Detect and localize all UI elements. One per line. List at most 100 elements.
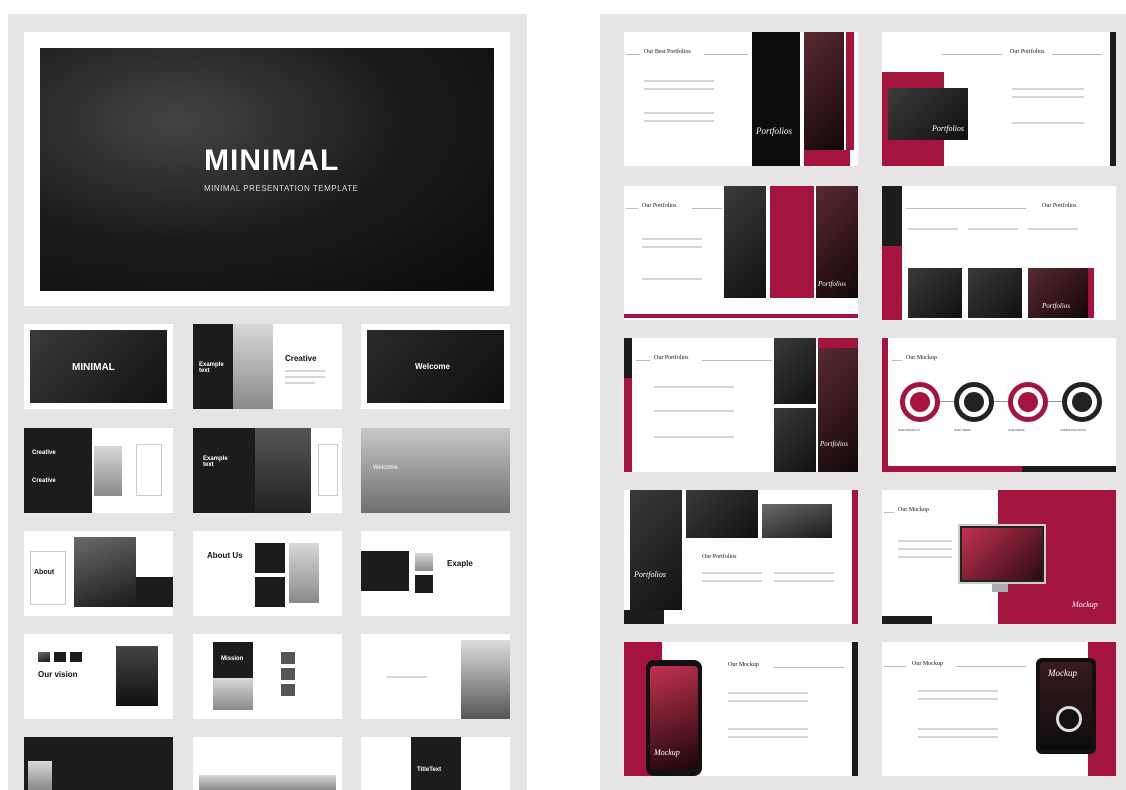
slide-portfolios-3[interactable]: Our Portfolios Portfolios (882, 186, 1116, 320)
script-label: Portfolios (1042, 302, 1071, 310)
script-label: Mockup (654, 748, 680, 757)
text-line (1012, 122, 1084, 124)
slide-photo (804, 32, 844, 150)
thumb-photo (28, 761, 52, 790)
slide-photo: Portfolios (752, 32, 800, 166)
slide-title: Our Mockup (898, 507, 929, 513)
script-label: Portfolios (932, 124, 965, 133)
slide-portfolios-5[interactable]: Portfolios Our Portfolios (624, 490, 858, 624)
icon-caption: COMMUNICATION (1060, 428, 1086, 432)
title-rule (626, 208, 638, 209)
slide-photo (774, 408, 816, 472)
slide-portfolios-4[interactable]: Our Portfolios Portfolios (624, 338, 858, 472)
thumb-dark-block: Creative Creative (24, 428, 92, 513)
thumb-welcome-fog[interactable]: Welcome (361, 428, 510, 513)
thumb-dark-block: Example text (193, 324, 233, 409)
phone-screen: Mockup (650, 666, 698, 770)
slide-photo (908, 268, 962, 318)
thumb-our-vision[interactable]: Our vision (24, 634, 173, 719)
thumb-photo (213, 678, 253, 710)
text-line (285, 370, 325, 372)
thumb-about-us[interactable]: About Us (193, 531, 342, 616)
thumb-dark-block (70, 652, 82, 662)
cart-icon (1018, 392, 1038, 412)
thumb-row5-b[interactable] (193, 737, 342, 790)
thumb-row5-c[interactable]: TitleText (361, 737, 510, 790)
icon-caption: OUR IDEAS (1008, 428, 1025, 432)
accent-bar-dark (624, 610, 664, 624)
slide-mockup-monitor[interactable]: Our Mockup Mockup (882, 490, 1116, 624)
slide-portfolios-2[interactable]: Our Portfolios Portfolios (624, 186, 858, 320)
slide-title: Our Mockup (728, 662, 759, 668)
thumb-block (281, 684, 295, 696)
text-line (642, 278, 702, 280)
text-line (285, 376, 325, 378)
monitor-screen (962, 528, 1042, 580)
slide-photo (724, 186, 766, 298)
thumb-title: MINIMAL (72, 362, 115, 373)
slide-title: Our Mockup (906, 355, 937, 361)
hero-title: MINIMAL (204, 144, 340, 177)
thumb-dark-block (255, 577, 285, 607)
slide-photo: Portfolios (630, 490, 682, 610)
accent-bar (804, 150, 850, 166)
thumb-heading: About (34, 569, 55, 576)
thumb-heading: Creative (32, 450, 56, 456)
slide-photo: Portfolios (818, 348, 858, 472)
text-line (702, 572, 762, 574)
slide-mockup-icons[interactable]: Our Mockup OUR PRODUCT OUR ITEMS OUR IDE… (882, 338, 1116, 472)
accent-bar-dark (624, 338, 632, 378)
thumb-welcome[interactable]: Welcome (361, 324, 510, 409)
text-line (642, 246, 702, 248)
slide-title: Our Portfolios (1010, 49, 1045, 55)
thumb-about[interactable]: About (24, 531, 173, 616)
slide-best-portfolios[interactable]: Our Best Portfolios Portfolios (624, 32, 858, 166)
thumb-frame (136, 444, 162, 496)
thumb-building[interactable] (361, 634, 510, 719)
slide-photo (968, 268, 1022, 318)
title-rule (906, 208, 1026, 209)
accent-bar (818, 338, 858, 348)
thumb-row5-a[interactable] (24, 737, 173, 790)
thumb-creative[interactable]: Example text Creative (193, 324, 342, 409)
thumb-label: Example text (199, 362, 224, 374)
thumb-label: Example text (203, 456, 228, 468)
thumb-block (281, 652, 295, 664)
accent-bar-dark (882, 616, 932, 624)
title-rule (626, 54, 640, 55)
thumb-example[interactable]: Example text (193, 428, 342, 513)
thumb-photo (94, 446, 122, 496)
thumb-exaple[interactable]: Exaple (361, 531, 510, 616)
text-line (728, 692, 808, 694)
slide-title: Our Portfolios (702, 554, 737, 560)
accent-bar (1088, 268, 1094, 318)
thumb-dark-block (415, 575, 433, 593)
title-rule (774, 667, 844, 668)
script-label: Portfolios (820, 440, 849, 448)
slide-title: Our Portfolios (642, 203, 677, 209)
accent-bar (624, 314, 858, 318)
text-line (1012, 88, 1084, 90)
thumb-minimal[interactable]: MINIMAL (24, 324, 173, 409)
thumb-photo (116, 646, 158, 706)
thumb-heading: About Us (207, 551, 243, 560)
icon-caption: OUR ITEMS (954, 428, 971, 432)
slide-mockup-tablet[interactable]: Our Mockup Mockup (882, 642, 1116, 776)
slide-photo (774, 338, 816, 404)
script-label: Mockup (1072, 600, 1098, 609)
text-line (898, 540, 952, 542)
slide-portfolios-1[interactable]: Our Portfolios Portfolios (882, 32, 1116, 166)
text-line (644, 120, 714, 122)
thumb-heading: Creative (32, 478, 56, 484)
thumb-photo (74, 537, 136, 607)
slide-title: Our Best Portfolios (644, 49, 691, 55)
thumb-photo (233, 324, 273, 409)
accent-bar (624, 378, 632, 472)
text-line (918, 728, 998, 730)
thumb-mission[interactable]: Mission (193, 634, 342, 719)
text-line (918, 698, 998, 700)
slide-mockup-phone[interactable]: Mockup Our Mockup (624, 642, 858, 776)
thumb-creative-two[interactable]: Creative Creative (24, 428, 173, 513)
title-rule (884, 512, 894, 513)
accent-bar (852, 490, 858, 624)
